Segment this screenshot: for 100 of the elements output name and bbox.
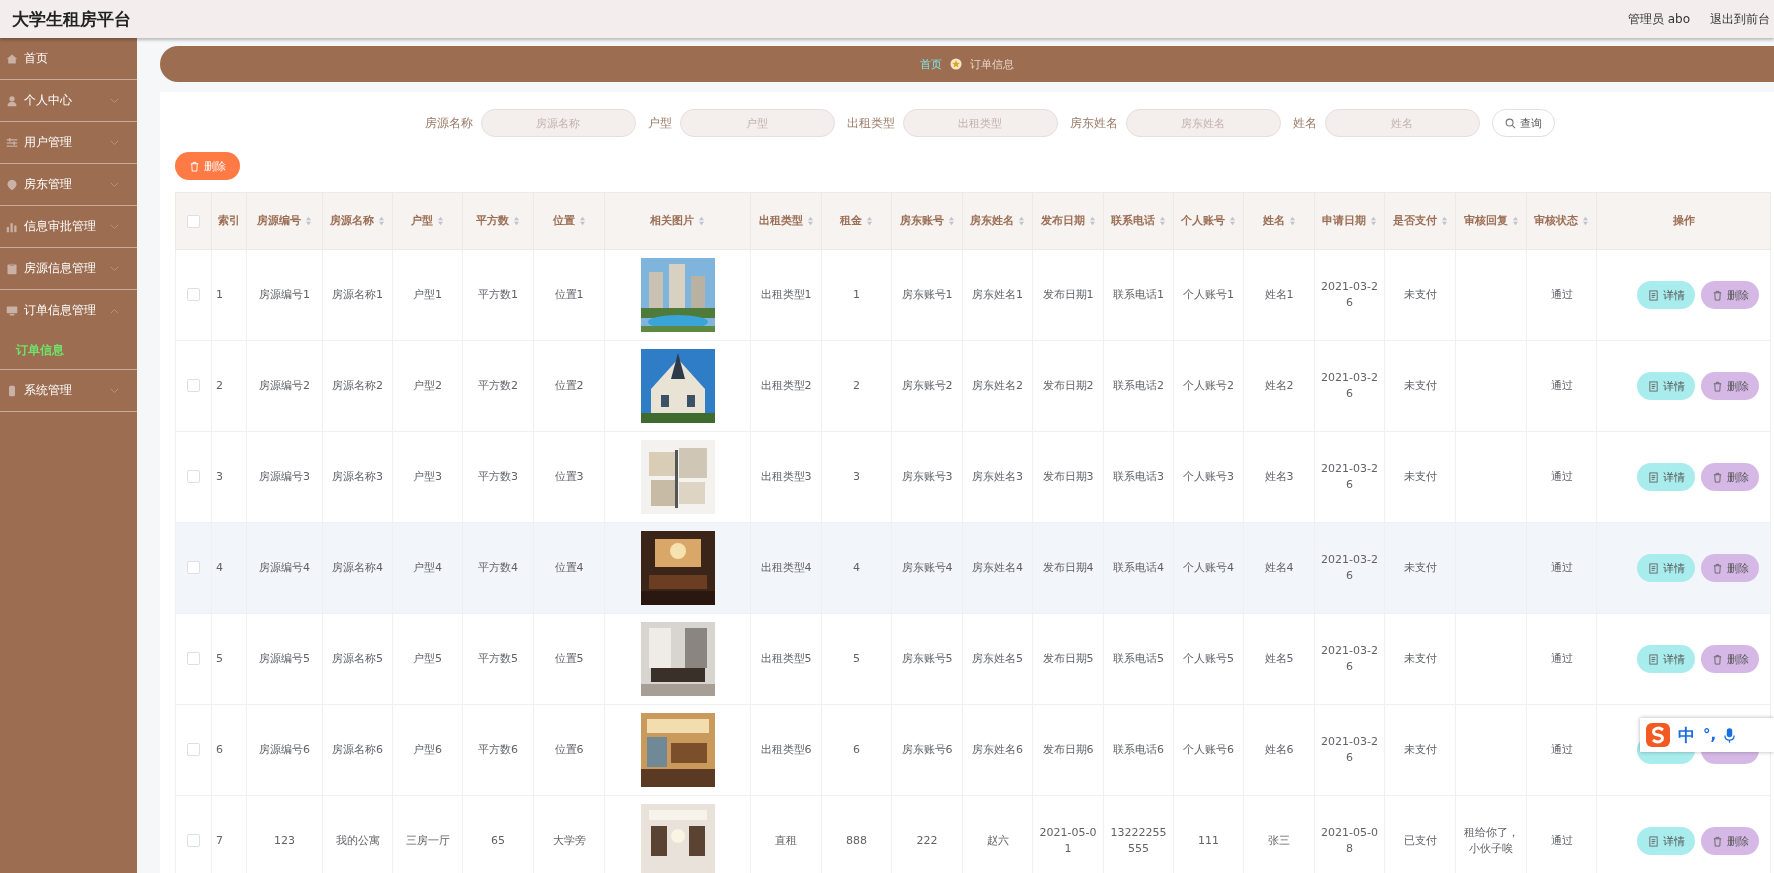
table-cell: 姓名6 <box>1264 742 1294 756</box>
table-cell: 房东姓名4 <box>972 560 1023 574</box>
table-cell: 出租类型1 <box>760 287 812 301</box>
table-cell: 房东姓名1 <box>972 287 1023 301</box>
table-cell: 发布日期2 <box>1042 378 1094 392</box>
app-title: 大学生租房平台 <box>12 7 131 31</box>
table-cell: 平方数6 <box>478 742 518 756</box>
table-cell: 房源名称1 <box>332 287 383 301</box>
table-cell: 联系电话1 <box>1113 287 1164 301</box>
table-cell: 房东账号1 <box>901 287 953 301</box>
table-cell: 个人账号4 <box>1183 560 1234 574</box>
table-cell: 2021-05-01 <box>1039 825 1097 855</box>
table-cell: 位置2 <box>554 378 584 392</box>
table-cell: 2021-03-26 <box>1321 643 1378 673</box>
table-cell: 平方数5 <box>478 651 518 665</box>
filter-label: 户型 <box>647 114 672 132</box>
table-cell: 姓名1 <box>1264 287 1294 301</box>
table-cell: 通过 <box>1550 469 1573 483</box>
table-cell: 平方数3 <box>478 469 518 483</box>
table-cell: 赵六 <box>986 833 1009 847</box>
table-cell: 出租类型3 <box>760 469 812 483</box>
table-cell: 房源名称2 <box>332 378 383 392</box>
table-cell: 张三 <box>1268 833 1290 847</box>
table-cell: 未支付 <box>1403 651 1437 665</box>
table-cell: 个人账号6 <box>1183 742 1234 756</box>
table-cell: 平方数1 <box>478 287 518 301</box>
table-cell: 通过 <box>1550 833 1573 847</box>
table-cell: 个人账号2 <box>1183 378 1234 392</box>
table-cell: 位置6 <box>554 742 584 756</box>
table-cell: 房东姓名6 <box>972 742 1023 756</box>
table-cell: 未支付 <box>1403 742 1437 756</box>
table-cell: 发布日期1 <box>1042 287 1094 301</box>
table-cell: 房源编号5 <box>259 651 310 665</box>
table-cell: 出租类型6 <box>760 742 812 756</box>
table-cell: 房东账号2 <box>901 378 953 392</box>
table-cell: 通过 <box>1550 287 1573 301</box>
table-cell: 123 <box>274 833 295 847</box>
table-cell: 房源编号2 <box>259 378 310 392</box>
column-header: 索引 <box>218 213 240 227</box>
table-cell: 户型5 <box>413 651 442 665</box>
table-cell: 未支付 <box>1403 560 1437 574</box>
table-cell: 房东账号3 <box>901 469 953 483</box>
table-cell: 直租 <box>775 833 797 847</box>
table-cell: 房源编号6 <box>259 742 310 756</box>
table-cell: 111 <box>1198 833 1219 847</box>
table-cell: 222 <box>916 833 938 847</box>
table-cell: 房源编号1 <box>259 287 310 301</box>
table-cell: 姓名2 <box>1264 378 1294 392</box>
table-cell: 2 <box>216 378 223 392</box>
table-cell: 通过 <box>1550 378 1573 392</box>
table-cell: 通过 <box>1550 560 1573 574</box>
table-cell: 2021-03-26 <box>1321 370 1378 400</box>
table-cell: 联系电话3 <box>1113 469 1164 483</box>
table-cell: 房东姓名5 <box>972 651 1023 665</box>
table-cell: 5 <box>216 651 223 665</box>
table-cell: 户型1 <box>413 287 442 301</box>
table-cell: 1 <box>853 287 860 301</box>
admin-label: 管理员 abo <box>1627 10 1690 28</box>
table-cell: 位置3 <box>554 469 584 483</box>
table-cell: 发布日期4 <box>1042 560 1094 574</box>
filter-label: 姓名 <box>1292 114 1317 132</box>
filter-label: 房源名称 <box>424 114 473 132</box>
table-cell: 个人账号5 <box>1183 651 1234 665</box>
table-cell: 888 <box>846 833 867 847</box>
table-cell: 2021-03-26 <box>1321 734 1378 764</box>
table-cell: 房源名称3 <box>332 469 383 483</box>
table-cell: 我的公寓 <box>335 833 380 847</box>
table-cell: 姓名4 <box>1264 560 1294 574</box>
table-cell: 联系电话6 <box>1113 742 1164 756</box>
table-cell: 5 <box>853 651 860 665</box>
table-cell: 联系电话4 <box>1113 560 1164 574</box>
table-cell: 大学旁 <box>552 833 586 847</box>
table-cell: 户型2 <box>413 378 442 392</box>
table-cell: 2021-03-26 <box>1321 461 1378 491</box>
table-cell: 6 <box>853 742 860 756</box>
table-cell: 户型4 <box>413 560 442 574</box>
table-cell: 房东账号5 <box>901 651 953 665</box>
table-cell: 2021-05-08 <box>1321 825 1378 855</box>
table-cell: 未支付 <box>1403 378 1437 392</box>
table-cell: 租给你了，小伙子唉 <box>1463 825 1519 855</box>
table-cell: 7 <box>216 833 223 847</box>
table-cell: 联系电话2 <box>1113 378 1164 392</box>
table-cell: 房源名称5 <box>332 651 383 665</box>
table-cell: 2021-03-26 <box>1321 279 1378 309</box>
table-cell: 出租类型2 <box>760 378 812 392</box>
table-cell: 位置4 <box>554 560 584 574</box>
column-header: 操作 <box>1672 213 1695 227</box>
table-cell: 13222255555 <box>1110 825 1167 855</box>
table-cell: 姓名3 <box>1264 469 1294 483</box>
table-cell: 2021-03-26 <box>1321 552 1378 582</box>
table-cell: 通过 <box>1550 651 1573 665</box>
table-cell: 未支付 <box>1403 469 1437 483</box>
table-cell: 4 <box>216 560 223 574</box>
table-cell: 房源编号3 <box>259 469 310 483</box>
table-cell: 65 <box>491 833 505 847</box>
table-cell: 位置5 <box>554 651 584 665</box>
table-cell: 3 <box>853 469 860 483</box>
table-cell: 姓名5 <box>1264 651 1294 665</box>
table-cell: 个人账号3 <box>1183 469 1234 483</box>
table-cell: 位置1 <box>554 287 584 301</box>
